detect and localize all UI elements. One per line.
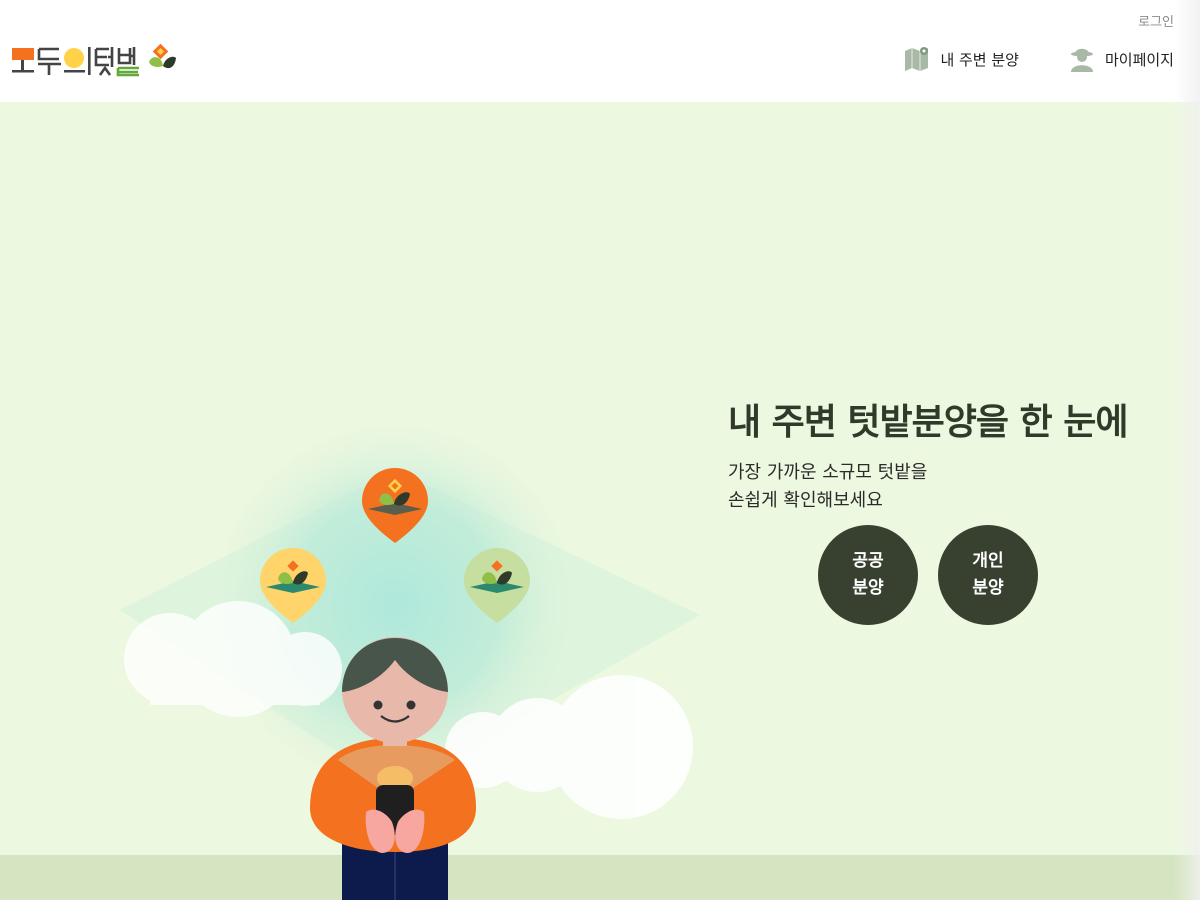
main-nav: 내 주변 분양 마이페이지: [854, 46, 1174, 72]
button-label-line: 개인: [972, 551, 1004, 571]
nav-label: 마이페이지: [1104, 50, 1174, 69]
button-label-line: 공공: [852, 551, 884, 571]
button-label-line: 분양: [972, 578, 1004, 598]
hero-subtitle-line: 가장 가까운 소규모 텃밭을: [728, 462, 928, 483]
hero-illustration: [120, 415, 700, 900]
button-label-line: 분양: [852, 578, 884, 598]
logo[interactable]: [12, 44, 178, 78]
nav-item-mypage[interactable]: 마이페이지: [1069, 46, 1174, 72]
hero-subtitle: 가장 가까운 소규모 텃밭을 손쉽게 확인해보세요: [728, 459, 1168, 515]
nav-item-nearby-plots[interactable]: 내 주변 분양: [904, 46, 1019, 72]
hero-title: 내 주변 텃밭분양을 한 눈에: [728, 402, 1128, 443]
private-allotment-button[interactable]: 개인 분양: [938, 525, 1038, 625]
hero-text: 내 주변 텃밭분양을 한 눈에 가장 가까운 소규모 텃밭을 손쉽게 확인해보세…: [728, 393, 1168, 515]
nav-label: 내 주변 분양: [940, 50, 1019, 69]
login-link[interactable]: 로그인: [1138, 11, 1174, 30]
hero-buttons: 공공 분양 개인 분양: [818, 525, 1058, 625]
map-pin-icon: [904, 46, 930, 72]
site-header: 로그인 내 주변 분양 마이페이지: [0, 0, 1200, 102]
logo-wordmark-icon: [12, 44, 176, 77]
public-allotment-button[interactable]: 공공 분양: [818, 525, 918, 625]
farmer-user-icon: [1069, 46, 1095, 72]
hero-subtitle-line: 손쉽게 확인해보세요: [728, 490, 883, 511]
